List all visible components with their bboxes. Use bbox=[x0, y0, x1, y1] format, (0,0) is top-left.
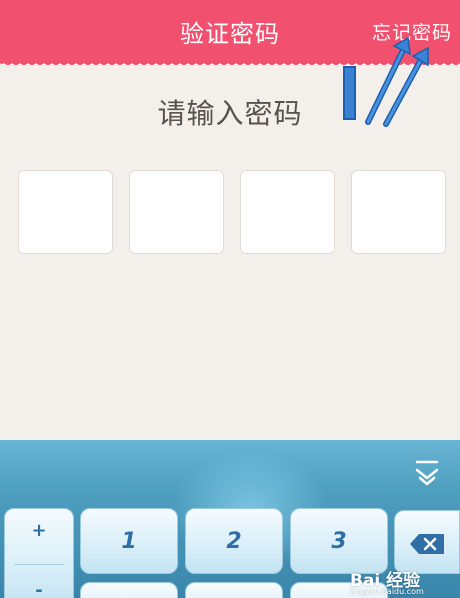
backspace-button[interactable] bbox=[394, 510, 460, 574]
backspace-icon bbox=[410, 534, 444, 554]
key-2[interactable]: 2 bbox=[185, 508, 283, 574]
key-row2-1[interactable] bbox=[80, 582, 178, 598]
key-1[interactable]: 1 bbox=[80, 508, 178, 574]
password-prompt: 请输入密码 bbox=[157, 97, 303, 130]
keyboard-collapse-icon[interactable] bbox=[412, 458, 442, 488]
key-3[interactable]: 3 bbox=[290, 508, 388, 574]
watermark: Bai 经验 jingyan.baidu.com bbox=[342, 566, 460, 598]
plus-key-label: + bbox=[31, 520, 47, 541]
pin-digit-box-4[interactable] bbox=[351, 170, 446, 254]
minus-key-label: - bbox=[35, 580, 43, 598]
key-row2-2[interactable] bbox=[185, 582, 283, 598]
pin-digit-box-3[interactable] bbox=[240, 170, 335, 254]
watermark-url: jingyan.baidu.com bbox=[350, 587, 424, 596]
pin-digit-box-2[interactable] bbox=[129, 170, 224, 254]
pin-digit-box-1[interactable] bbox=[18, 170, 113, 254]
key-divider bbox=[14, 564, 64, 565]
